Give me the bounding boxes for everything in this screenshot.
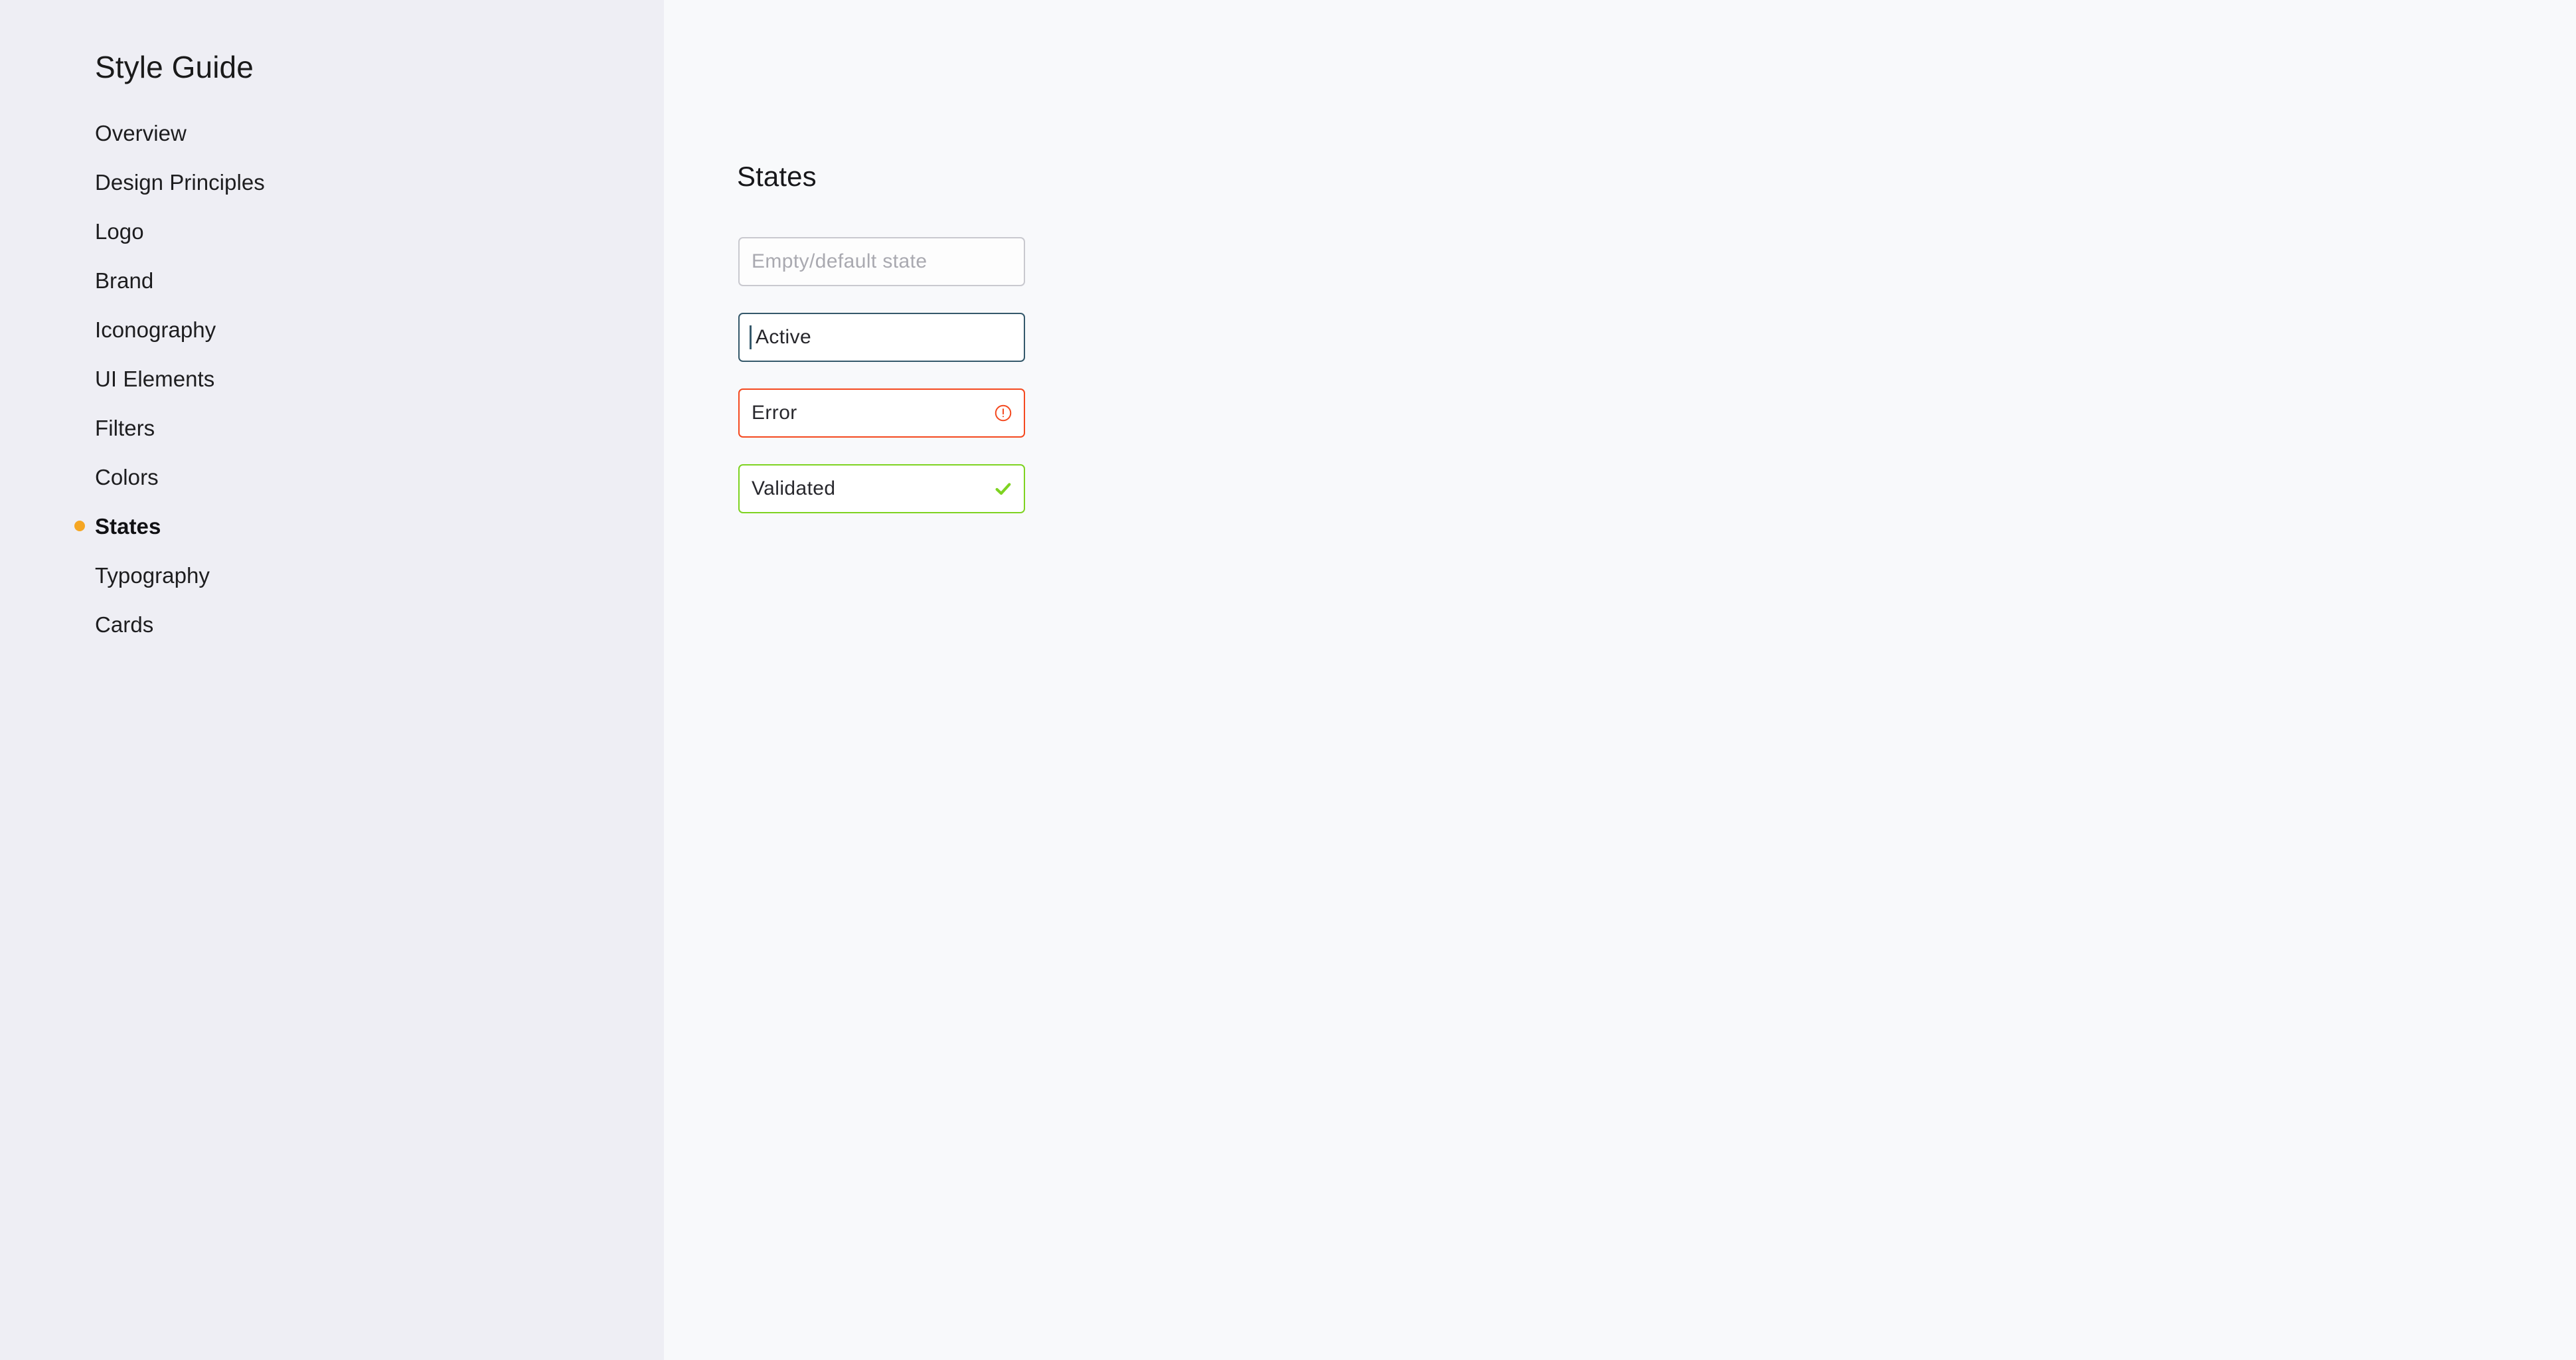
main-content: States Empty/default state Active Error … bbox=[664, 0, 2576, 1360]
sidebar-item-label: States bbox=[95, 513, 161, 539]
sidebar-item-logo[interactable]: Logo bbox=[0, 207, 664, 256]
input-default-state[interactable]: Empty/default state bbox=[738, 237, 1025, 286]
exclamation-circle-icon bbox=[993, 403, 1013, 423]
sidebar-item-label: Colors bbox=[95, 464, 159, 489]
sidebar-item-label: Cards bbox=[95, 612, 154, 637]
sidebar-item-typography[interactable]: Typography bbox=[0, 551, 664, 600]
states-list: Empty/default state Active Error Validat… bbox=[738, 237, 1025, 540]
sidebar-item-label: UI Elements bbox=[95, 366, 215, 391]
sidebar-item-filters[interactable]: Filters bbox=[0, 403, 664, 452]
input-active-state[interactable]: Active bbox=[738, 313, 1025, 362]
check-icon bbox=[993, 479, 1013, 499]
sidebar-item-label: Typography bbox=[95, 562, 210, 588]
text-caret-icon bbox=[750, 325, 752, 349]
input-value-text: Validated bbox=[752, 477, 836, 499]
sidebar-item-cards[interactable]: Cards bbox=[0, 600, 664, 649]
sidebar-item-label: Overview bbox=[95, 120, 187, 145]
sidebar-item-label: Filters bbox=[95, 415, 155, 440]
sidebar: Style Guide Overview Design Principles L… bbox=[0, 0, 664, 1360]
active-bullet-icon bbox=[74, 521, 85, 531]
sidebar-item-overview[interactable]: Overview bbox=[0, 108, 664, 157]
sidebar-item-ui-elements[interactable]: UI Elements bbox=[0, 354, 664, 403]
input-error-state[interactable]: Error bbox=[738, 388, 1025, 438]
sidebar-item-design-principles[interactable]: Design Principles bbox=[0, 157, 664, 207]
sidebar-nav: Overview Design Principles Logo Brand Ic… bbox=[0, 108, 664, 649]
sidebar-item-colors[interactable]: Colors bbox=[0, 452, 664, 501]
section-title: States bbox=[737, 161, 817, 192]
sidebar-item-label: Design Principles bbox=[95, 169, 265, 195]
sidebar-item-brand[interactable]: Brand bbox=[0, 256, 664, 305]
sidebar-item-iconography[interactable]: Iconography bbox=[0, 305, 664, 354]
sidebar-item-label: Brand bbox=[95, 268, 154, 293]
input-validated-state[interactable]: Validated bbox=[738, 464, 1025, 513]
input-value-text: Error bbox=[752, 402, 797, 424]
input-value-text: Active bbox=[756, 326, 812, 348]
input-placeholder-text: Empty/default state bbox=[752, 250, 927, 272]
sidebar-item-label: Iconography bbox=[95, 317, 216, 342]
sidebar-item-label: Logo bbox=[95, 218, 144, 244]
sidebar-item-states[interactable]: States bbox=[0, 501, 664, 551]
page-title: Style Guide bbox=[95, 50, 254, 84]
